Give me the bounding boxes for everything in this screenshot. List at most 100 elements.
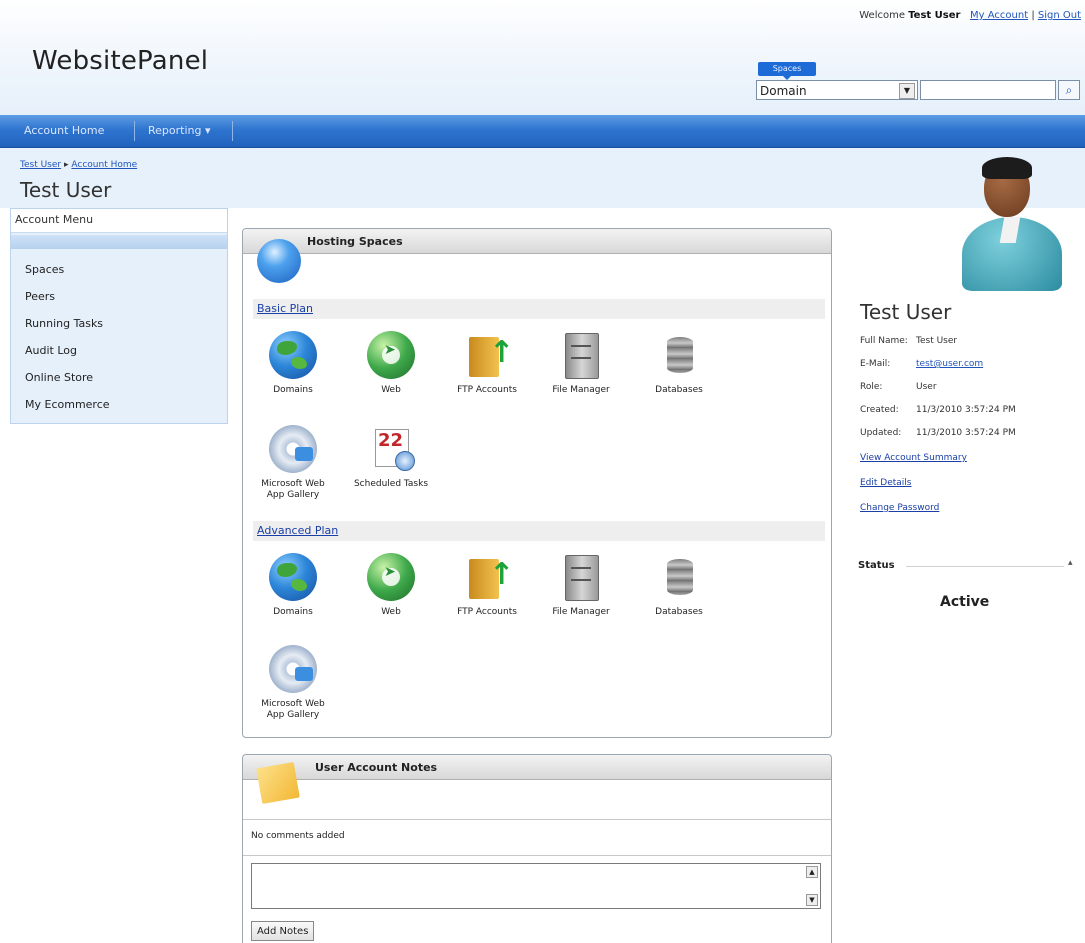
tile-label: Microsoft Web App Gallery [261,479,325,500]
profile-name: Test User [860,300,952,324]
profile-updated: Updated: 11/3/2010 3:57:24 PM [860,428,1016,438]
edit-details-link[interactable]: Edit Details [860,478,912,488]
tile-web-app-gallery[interactable]: Microsoft Web App Gallery [253,425,333,501]
tile-label: Web [381,385,401,395]
tile-label: Domains [273,385,313,395]
tile-file-manager[interactable]: File Manager [541,553,621,618]
my-account-link[interactable]: My Account [970,10,1028,21]
file-cabinet-icon [557,553,605,601]
tile-label: Scheduled Tasks [353,479,429,489]
tile-label: Microsoft Web App Gallery [261,699,325,720]
breadcrumb-arrow-icon: ▸ [63,160,69,170]
profile-email: E-Mail: test@user.com [860,359,984,369]
profile-role: Role: User [860,382,937,392]
plan-header: Basic Plan [253,299,825,319]
breadcrumb-user[interactable]: Test User [20,160,61,170]
sticky-note-icon [256,761,300,805]
search-scope-tag: Spaces [758,62,816,80]
menu-item-spaces[interactable]: Spaces [25,263,64,276]
tile-label: Domains [273,607,313,617]
account-menu: Account Menu Spaces Peers Running Tasks … [10,208,228,424]
view-account-summary-link[interactable]: View Account Summary [860,453,967,463]
welcome-username: Test User [908,10,961,21]
tile-databases[interactable]: Databases [639,331,719,396]
database-icon [655,553,703,601]
status-label: Status [858,560,895,571]
menu-item-my-ecommerce[interactable]: My Ecommerce [25,398,110,411]
add-notes-button[interactable]: Add Notes [251,921,315,941]
tile-ftp-accounts[interactable]: FTP Accounts [447,553,527,618]
welcome-text: Welcome [859,10,905,21]
divider [906,566,1064,567]
ftp-folder-icon [467,553,514,601]
tile-domains[interactable]: Domains [253,331,333,396]
email-link[interactable]: test@user.com [916,359,983,369]
hosting-spaces-icon [257,239,301,283]
menu-item-running-tasks[interactable]: Running Tasks [25,317,103,330]
page-header-band [0,148,1085,208]
nav-account-home[interactable]: Account Home [14,115,114,147]
change-password-link[interactable]: Change Password [860,503,939,513]
nav-separator [134,121,135,141]
welcome-bar: Welcome Test User My Account | Sign Out [859,10,1081,21]
plan-link-basic[interactable]: Basic Plan [257,302,313,315]
tile-label: Databases [655,607,703,617]
database-icon [655,331,703,379]
tile-scheduled-tasks[interactable]: Scheduled Tasks [351,425,431,490]
collapse-caret-icon[interactable]: ▴ [1068,558,1073,568]
brand-logo[interactable]: WebsitePanel [32,46,208,76]
page-title: Test User [20,178,112,202]
search-type-value: Domain [760,84,807,98]
profile-created: Created: 11/3/2010 3:57:24 PM [860,405,1016,415]
search-button[interactable]: ⌕ [1058,80,1080,100]
web-app-gallery-icon [269,425,317,473]
scroll-down-icon[interactable]: ▼ [806,894,818,906]
search-type-select[interactable]: Domain ▼ [756,80,918,100]
hosting-spaces-title: Hosting Spaces [307,235,403,248]
user-notes-panel: User Account Notes No comments added ▲ ▼… [242,754,832,943]
tile-label: Databases [655,385,703,395]
account-menu-title: Account Menu [11,209,227,233]
nav-reporting[interactable]: Reporting ▾ [138,115,221,147]
tile-web[interactable]: Web [351,553,431,618]
tile-databases[interactable]: Databases [639,553,719,618]
tile-label: File Manager [552,607,610,617]
notes-textarea[interactable]: ▲ ▼ [251,863,821,909]
nav-separator [232,121,233,141]
tile-ftp-accounts[interactable]: FTP Accounts [447,331,527,396]
scroll-up-icon[interactable]: ▲ [806,866,818,878]
breadcrumb: Test User ▸ Account Home [20,160,137,170]
avatar [960,155,1064,295]
tile-label: FTP Accounts [457,607,517,617]
dropdown-arrow-icon[interactable]: ▼ [899,83,915,99]
main-nav: Account Home Reporting ▾ [0,115,1085,148]
web-icon [367,331,415,379]
search-input[interactable] [920,80,1056,100]
plan-header: Advanced Plan [253,521,825,541]
file-cabinet-icon [557,331,605,379]
divider [243,819,831,820]
web-app-gallery-icon [269,645,317,693]
user-notes-title: User Account Notes [315,761,438,774]
breadcrumb-account-home[interactable]: Account Home [71,160,137,170]
menu-item-audit-log[interactable]: Audit Log [25,344,77,357]
menu-item-online-store[interactable]: Online Store [25,371,93,384]
status-value: Active [940,594,990,610]
ftp-folder-icon [467,331,514,379]
divider [243,855,831,856]
search-icon: ⌕ [1065,83,1073,97]
sign-out-link[interactable]: Sign Out [1038,10,1081,21]
tile-file-manager[interactable]: File Manager [541,331,621,396]
tile-web-app-gallery[interactable]: Microsoft Web App Gallery [253,645,333,721]
menu-header-band [11,235,227,249]
hosting-spaces-panel: Hosting Spaces Basic Plan Domains Web FT… [242,228,832,738]
profile-full-name: Full Name: Test User [860,336,958,346]
plan-link-advanced[interactable]: Advanced Plan [257,524,338,537]
tile-domains[interactable]: Domains [253,553,333,618]
globe-icon [269,553,317,601]
globe-icon [269,331,317,379]
menu-item-peers[interactable]: Peers [25,290,55,303]
search-bar: Domain ▼ ⌕ [756,80,1082,102]
tile-web[interactable]: Web [351,331,431,396]
calendar-clock-icon [367,425,415,473]
